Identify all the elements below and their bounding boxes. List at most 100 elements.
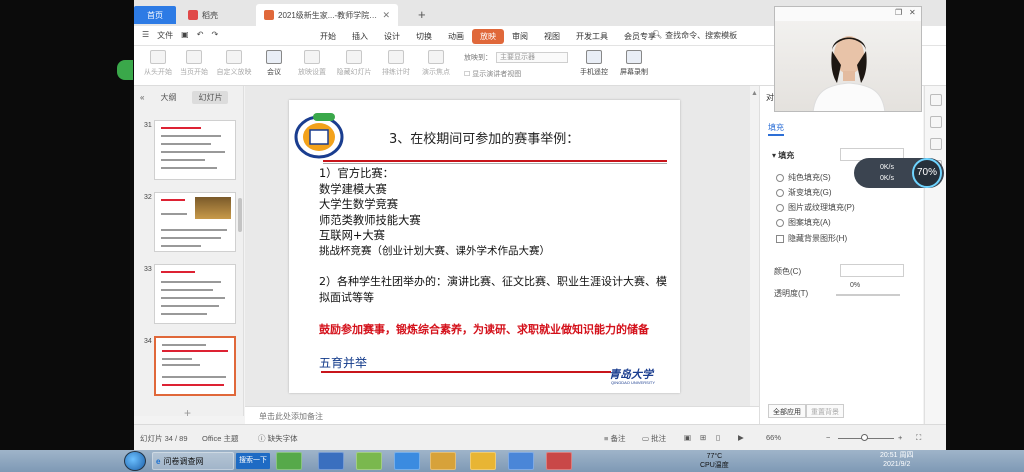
menu-tab-design[interactable]: 设计	[376, 29, 408, 44]
reading-view-icon[interactable]: ▯	[716, 433, 720, 442]
thumb-line	[161, 151, 225, 153]
show-settings-button[interactable]: 放映设置	[292, 50, 332, 77]
app-grid-icon[interactable]	[318, 452, 344, 470]
menu-tab-animation[interactable]: 动画	[440, 29, 472, 44]
hide-background-checkbox[interactable]: 隐藏背景图形(H)	[776, 233, 847, 244]
canvas-scrollbar[interactable]: ▲	[750, 86, 759, 406]
start-button[interactable]	[124, 451, 146, 471]
slides-tab[interactable]: 幻灯片	[192, 90, 229, 104]
side-assistant-badge[interactable]	[117, 60, 133, 80]
sorter-view-icon[interactable]: ⊞	[700, 433, 706, 442]
hamburger-icon[interactable]: ☰	[142, 30, 149, 41]
slide-thumbnail[interactable]	[154, 120, 236, 180]
tab-daoke-label: 稻壳	[202, 10, 218, 20]
save-icon[interactable]: ▣	[181, 30, 189, 41]
notes-area[interactable]: 单击此处添加备注	[245, 406, 759, 424]
hide-slide-icon	[346, 50, 362, 64]
properties-icon[interactable]	[929, 94, 942, 106]
play-slideshow-icon[interactable]: ▶	[738, 433, 744, 442]
fill-tab[interactable]: 填充	[768, 122, 784, 136]
taskbar-search-button[interactable]: 搜索一下	[236, 453, 270, 469]
presenter-view-checkbox[interactable]: ☐ 显示演讲者视图	[464, 69, 568, 79]
focus-button[interactable]: 演示焦点	[416, 50, 456, 77]
menu-file[interactable]: 文件	[157, 30, 173, 41]
redo-icon[interactable]: ↷	[211, 30, 218, 41]
play-current-icon	[186, 50, 202, 64]
undo-icon[interactable]: ↶	[197, 30, 204, 41]
picture-fill-radio[interactable]: 图片或纹理填充(P)	[776, 202, 855, 213]
taskbar-browser[interactable]: e 问卷调查网	[152, 452, 234, 470]
color-select[interactable]	[840, 264, 904, 277]
monitor-select[interactable]: 主要显示器	[495, 52, 568, 63]
thumbnail-row[interactable]: 32	[134, 192, 244, 256]
app-yellow-icon[interactable]	[470, 452, 496, 470]
tab-daoke[interactable]: 稻壳	[180, 4, 250, 26]
tab-document[interactable]: 2021级新生家...-教师学院家长会 ✕	[256, 4, 398, 26]
rehearse-timing-button[interactable]: 排练计时	[376, 50, 416, 77]
close-video-icon[interactable]: ✕	[909, 8, 916, 17]
screen-record-button[interactable]: 屏幕录制	[614, 50, 654, 77]
competition-item: 互联网+大赛	[319, 229, 385, 242]
menu-tab-transition[interactable]: 切换	[408, 29, 440, 44]
custom-show-button[interactable]: 自定义放映	[214, 50, 254, 77]
app-red-icon[interactable]	[546, 452, 572, 470]
normal-view-icon[interactable]: ▣	[684, 433, 691, 442]
current-slide[interactable]: 3、在校期间可参加的赛事举例： 1）官方比赛： 数学建模大赛 大学生数学竞赛 师…	[289, 100, 680, 393]
app-360-icon[interactable]	[276, 452, 302, 470]
slide-thumbnail[interactable]	[154, 192, 236, 252]
meeting-button[interactable]: 会议	[254, 50, 294, 77]
thumbnail-row[interactable]: 31	[134, 120, 244, 184]
zoom-level[interactable]: 66%	[766, 433, 781, 442]
network-speed-widget[interactable]: 0K/s 0K/s 70%	[854, 158, 944, 188]
thumbnail-scrollbar[interactable]	[238, 198, 242, 232]
checkbox-icon	[776, 234, 784, 243]
app-photos-icon[interactable]	[430, 452, 456, 470]
from-start-button[interactable]: 从头开始	[138, 50, 178, 77]
menu-tab-view[interactable]: 视图	[536, 29, 568, 44]
tab-home[interactable]: 首页	[134, 6, 176, 24]
app-blue-icon[interactable]	[394, 452, 420, 470]
screen-record-label: 屏幕录制	[620, 69, 648, 76]
reset-background-button[interactable]: 重置背景	[806, 404, 844, 418]
thumbnail-row[interactable]: 33	[134, 264, 244, 328]
outline-tab[interactable]: 大纲	[154, 91, 182, 104]
zoom-out-icon[interactable]: −	[826, 433, 830, 442]
app-wps-icon[interactable]	[508, 452, 534, 470]
app-green-icon[interactable]	[356, 452, 382, 470]
from-current-button[interactable]: 当页开始	[174, 50, 214, 77]
apply-all-button[interactable]: 全部应用	[768, 404, 806, 418]
menu-tab-slideshow[interactable]: 放映	[472, 29, 504, 44]
fit-window-icon[interactable]: ⛶	[916, 433, 921, 443]
hide-slide-button[interactable]: 隐藏幻灯片	[334, 50, 374, 77]
webcam-video-window[interactable]: ❐ ✕	[774, 6, 922, 112]
zoom-in-icon[interactable]: +	[898, 433, 902, 442]
pattern-fill-radio[interactable]: 图案填充(A)	[776, 217, 831, 228]
close-icon[interactable]: ✕	[382, 10, 390, 21]
menu-tab-insert[interactable]: 插入	[344, 29, 376, 44]
menu-tab-review[interactable]: 审阅	[504, 29, 536, 44]
command-search[interactable]: 🔍︎ 查找命令、搜索模板	[652, 30, 737, 41]
fill-section-title[interactable]: ▾ 填充	[772, 150, 794, 161]
menu-tab-developer[interactable]: 开发工具	[568, 29, 616, 44]
missing-font[interactable]: ⓘ 缺失字体	[258, 433, 298, 444]
add-slide-button[interactable]: +	[184, 406, 191, 420]
cpu-temperature[interactable]: 77°C CPU温度	[700, 452, 729, 470]
thumbnail-row-selected[interactable]: 34	[134, 336, 244, 400]
comments-toggle[interactable]: ▭ 批注	[642, 433, 666, 444]
scroll-up-icon[interactable]: ▲	[750, 90, 759, 97]
zoom-slider-handle[interactable]	[861, 434, 868, 441]
gradient-fill-radio[interactable]: 渐变填充(G)	[776, 187, 832, 198]
menu-tab-start[interactable]: 开始	[312, 29, 344, 44]
layers-icon[interactable]	[929, 138, 942, 150]
notes-toggle[interactable]: ≡ 备注	[604, 433, 625, 444]
star-icon[interactable]	[929, 116, 942, 128]
restore-icon[interactable]: ❐	[895, 8, 902, 17]
phone-remote-button[interactable]: 手机遥控	[574, 50, 614, 77]
transparency-slider[interactable]	[836, 294, 900, 296]
slide-thumbnail-selected[interactable]	[154, 336, 236, 396]
solid-fill-radio[interactable]: 纯色填充(S)	[776, 172, 831, 183]
new-tab-button[interactable]: +	[418, 7, 426, 22]
slide-thumbnail[interactable]	[154, 264, 236, 324]
collapse-icon[interactable]: «	[140, 93, 144, 102]
taskbar-clock[interactable]: 20:51 周四 2021/9/2	[880, 451, 913, 469]
